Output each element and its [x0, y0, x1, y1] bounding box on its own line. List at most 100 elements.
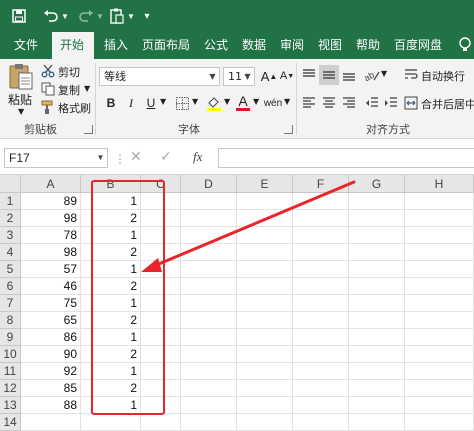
cell-b10[interactable]: 2: [81, 346, 141, 363]
cell-d7[interactable]: [181, 295, 237, 312]
copy-button[interactable]: 复制: [58, 82, 80, 98]
cell-d12[interactable]: [181, 380, 237, 397]
cell-e12[interactable]: [237, 380, 293, 397]
redo-dropdown-icon[interactable]: ▼: [95, 6, 105, 26]
formula-input[interactable]: [218, 148, 474, 168]
cell-e13[interactable]: [237, 397, 293, 414]
cell-h11[interactable]: [405, 363, 474, 380]
increase-indent-icon[interactable]: [381, 93, 401, 113]
row-header[interactable]: 14: [0, 414, 21, 431]
cell-b6[interactable]: 2: [81, 278, 141, 295]
cell-g5[interactable]: [349, 261, 405, 278]
row-header[interactable]: 6: [0, 278, 21, 295]
decrease-font-icon[interactable]: A ▼: [277, 66, 297, 86]
cell-g14[interactable]: [349, 414, 405, 431]
wrap-text-icon[interactable]: [401, 65, 421, 85]
cell-e14[interactable]: [237, 414, 293, 431]
format-painter-button[interactable]: 格式刷: [58, 100, 91, 116]
phonetic-dropdown-icon[interactable]: ▼: [284, 97, 290, 106]
font-launcher-icon[interactable]: [284, 125, 293, 134]
phonetic-icon[interactable]: wén: [263, 93, 283, 113]
column-header-h[interactable]: H: [405, 175, 474, 193]
align-bottom-icon[interactable]: [339, 65, 359, 85]
copy-dropdown-icon[interactable]: ▼: [84, 84, 90, 93]
cell-a9[interactable]: 86: [21, 329, 81, 346]
cell-g13[interactable]: [349, 397, 405, 414]
tab-page-layout[interactable]: 页面布局: [134, 32, 198, 59]
cell-d3[interactable]: [181, 227, 237, 244]
cell-d1[interactable]: [181, 193, 237, 210]
cell-a7[interactable]: 75: [21, 295, 81, 312]
cell-h13[interactable]: [405, 397, 474, 414]
name-box[interactable]: F17 ▼: [4, 148, 108, 168]
cell-h7[interactable]: [405, 295, 474, 312]
tab-formulas[interactable]: 公式: [196, 32, 236, 59]
column-header-a[interactable]: A: [21, 175, 81, 193]
cell-c4[interactable]: [141, 244, 181, 261]
tab-insert[interactable]: 插入: [96, 32, 136, 59]
cell-d14[interactable]: [181, 414, 237, 431]
cell-a4[interactable]: 98: [21, 244, 81, 261]
cell-f11[interactable]: [293, 363, 349, 380]
tab-help[interactable]: 帮助: [348, 32, 388, 59]
cell-c5[interactable]: [141, 261, 181, 278]
row-header[interactable]: 3: [0, 227, 21, 244]
cell-f3[interactable]: [293, 227, 349, 244]
cell-b9[interactable]: 1: [81, 329, 141, 346]
copy-icon[interactable]: [38, 79, 58, 99]
clipboard-launcher-icon[interactable]: [84, 125, 93, 134]
align-top-icon[interactable]: [299, 65, 319, 85]
align-left-icon[interactable]: [299, 93, 319, 113]
undo-dropdown-icon[interactable]: ▼: [60, 6, 70, 26]
cell-f8[interactable]: [293, 312, 349, 329]
align-middle-icon[interactable]: [319, 65, 339, 85]
cell-h3[interactable]: [405, 227, 474, 244]
cell-c11[interactable]: [141, 363, 181, 380]
row-header[interactable]: 10: [0, 346, 21, 363]
tab-data[interactable]: 数据: [234, 32, 274, 59]
row-header[interactable]: 5: [0, 261, 21, 278]
align-center-icon[interactable]: [319, 93, 339, 113]
cell-b14[interactable]: [81, 414, 141, 431]
font-name-select[interactable]: 等线 ▼: [99, 67, 220, 86]
cell-a14[interactable]: [21, 414, 81, 431]
tab-file[interactable]: 文件: [6, 32, 46, 59]
cell-a8[interactable]: 65: [21, 312, 81, 329]
cell-d5[interactable]: [181, 261, 237, 278]
underline-button[interactable]: U: [141, 93, 161, 113]
column-header-b[interactable]: B: [81, 175, 141, 193]
cell-g2[interactable]: [349, 210, 405, 227]
column-header-g[interactable]: G: [349, 175, 405, 193]
cell-d10[interactable]: [181, 346, 237, 363]
border-dropdown-icon[interactable]: ▼: [192, 97, 198, 106]
align-right-icon[interactable]: [339, 93, 359, 113]
cell-d2[interactable]: [181, 210, 237, 227]
cell-b4[interactable]: 2: [81, 244, 141, 261]
cell-g6[interactable]: [349, 278, 405, 295]
cell-a3[interactable]: 78: [21, 227, 81, 244]
cell-g4[interactable]: [349, 244, 405, 261]
tab-baidu-netdisk[interactable]: 百度网盘: [386, 32, 450, 59]
paste-dropdown-icon[interactable]: ▼: [126, 6, 136, 26]
cell-a12[interactable]: 85: [21, 380, 81, 397]
customize-qat-icon[interactable]: ▾: [142, 6, 152, 26]
italic-button[interactable]: I: [121, 93, 141, 113]
cell-g10[interactable]: [349, 346, 405, 363]
undo-icon[interactable]: [42, 6, 60, 26]
cell-e9[interactable]: [237, 329, 293, 346]
cell-g9[interactable]: [349, 329, 405, 346]
cell-b7[interactable]: 1: [81, 295, 141, 312]
cell-a2[interactable]: 98: [21, 210, 81, 227]
cell-f6[interactable]: [293, 278, 349, 295]
cell-a11[interactable]: 92: [21, 363, 81, 380]
cell-d8[interactable]: [181, 312, 237, 329]
cell-c12[interactable]: [141, 380, 181, 397]
row-header[interactable]: 4: [0, 244, 21, 261]
fill-color-icon[interactable]: [204, 93, 224, 113]
paste-large-icon[interactable]: [8, 63, 36, 91]
merge-center-icon[interactable]: [401, 93, 421, 113]
paste-button[interactable]: 粘贴: [8, 91, 32, 108]
save-icon[interactable]: [10, 6, 28, 26]
row-header[interactable]: 7: [0, 295, 21, 312]
column-header-c[interactable]: C: [141, 175, 181, 193]
